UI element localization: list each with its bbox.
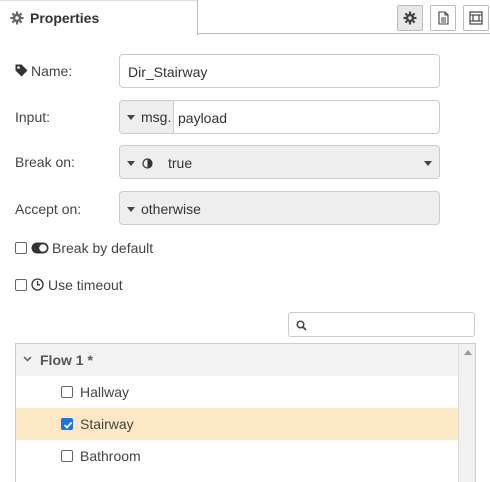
input-value: payload	[178, 110, 228, 126]
tab-label: Properties	[30, 10, 100, 26]
flow-tree-list: Flow 1 * Hallway Stairway Bathroom	[15, 343, 476, 482]
hallway-checkbox[interactable]	[61, 386, 73, 398]
accept-on-label: Accept on:	[15, 201, 82, 217]
frame-icon	[469, 11, 483, 25]
tree-item-label: Stairway	[80, 416, 134, 432]
caret-down-icon	[127, 207, 135, 212]
toggle-icon	[31, 242, 49, 254]
tab-properties[interactable]: Properties	[0, 0, 198, 35]
input-field[interactable]: msg. payload	[119, 100, 440, 134]
search-input[interactable]	[288, 312, 475, 337]
accept-on-field[interactable]: otherwise	[119, 191, 440, 225]
break-on-value: true	[168, 155, 193, 171]
caret-down-icon	[127, 161, 135, 166]
break-on-label: Break on:	[15, 154, 75, 170]
search-icon	[296, 320, 307, 331]
flow-header[interactable]: Flow 1 *	[16, 344, 458, 376]
chevron-down-icon[interactable]	[23, 356, 32, 362]
use-timeout-checkbox[interactable]	[15, 279, 27, 291]
clock-icon	[31, 278, 44, 291]
gear-icon	[10, 11, 24, 25]
tree-item-label: Hallway	[80, 384, 130, 400]
break-by-default-label: Break by default	[52, 240, 154, 256]
checkmark-icon	[63, 421, 73, 429]
file-icon	[438, 11, 449, 25]
tree-item-bathroom[interactable]: Bathroom	[16, 440, 458, 472]
name-value: Dir_Stairway	[128, 64, 208, 80]
accept-on-value: otherwise	[141, 201, 201, 217]
input-label: Input:	[15, 109, 51, 125]
scroll-up-icon[interactable]	[464, 350, 472, 355]
stairway-checkbox[interactable]	[61, 418, 73, 430]
settings-button[interactable]	[397, 5, 423, 31]
dropdown-caret-icon[interactable]	[424, 161, 432, 166]
scrollbar[interactable]	[458, 344, 475, 482]
break-on-field[interactable]: true	[119, 145, 440, 179]
tree-item-hallway[interactable]: Hallway	[16, 376, 458, 408]
input-type-label: msg.	[141, 109, 172, 125]
break-by-default-checkbox[interactable]	[15, 242, 27, 254]
tree-item-label: Bathroom	[80, 448, 141, 464]
boolean-icon	[142, 158, 153, 169]
gear-icon	[403, 11, 417, 25]
tree-item-stairway[interactable]: Stairway	[16, 408, 458, 440]
use-timeout-label: Use timeout	[48, 277, 123, 293]
name-label: Name:	[31, 63, 73, 79]
tag-icon	[15, 64, 28, 77]
caret-down-icon	[127, 115, 135, 120]
name-input[interactable]: Dir_Stairway	[119, 54, 440, 88]
bathroom-checkbox[interactable]	[61, 450, 73, 462]
flow-label: Flow 1 *	[40, 352, 93, 368]
appearance-button[interactable]	[463, 5, 489, 31]
input-type-selector[interactable]: msg.	[120, 101, 174, 133]
description-button[interactable]	[430, 5, 456, 31]
